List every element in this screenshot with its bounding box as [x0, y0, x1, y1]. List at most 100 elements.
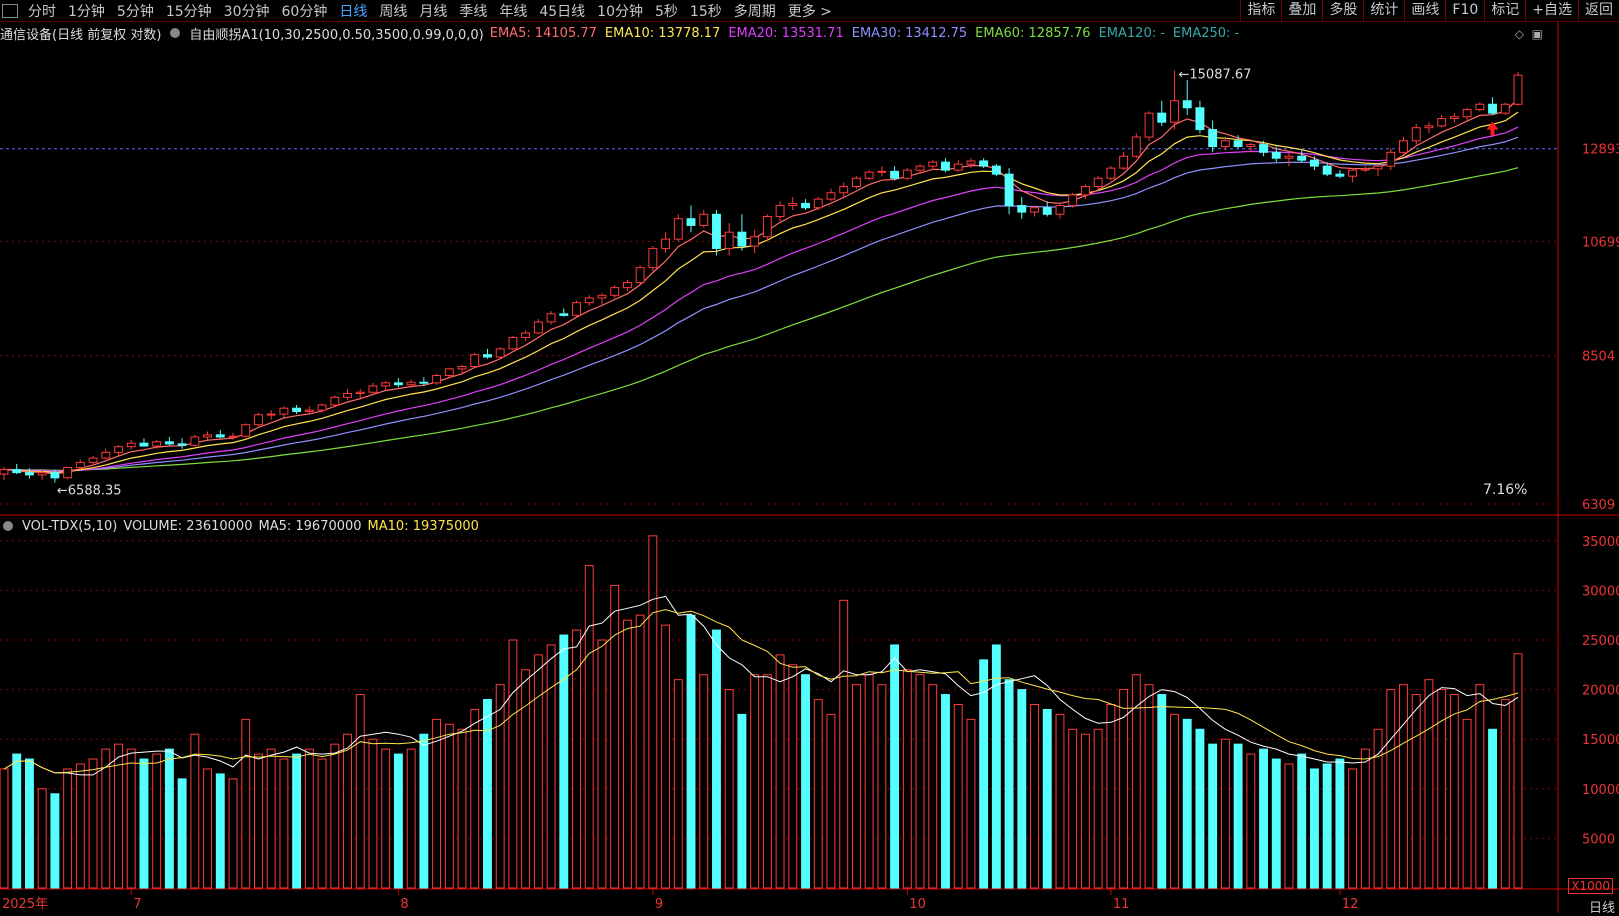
period-tab-6[interactable]: 日线 [333, 1, 373, 21]
volume-bar-117 [1488, 728, 1497, 889]
candle-body-89 [1131, 136, 1141, 157]
candle-body-82 [1042, 207, 1052, 215]
function-button-1[interactable]: 叠加 [1281, 0, 1322, 21]
candle-body-34 [432, 375, 442, 384]
candle-body-64 [813, 198, 823, 209]
period-tab-3[interactable]: 15分钟 [160, 1, 218, 21]
function-button-7[interactable]: +自选 [1525, 0, 1578, 21]
candle-body-105 [1335, 173, 1345, 177]
volume-bar-73 [928, 684, 938, 889]
low-price-label: ←6588.35 [57, 483, 122, 498]
function-button-5[interactable]: F10 [1445, 0, 1484, 21]
volume-bar-41 [521, 669, 531, 889]
volume-bar-116 [1475, 684, 1485, 889]
volume-bar-93 [1182, 718, 1192, 889]
chart-canvas[interactable]: 6309850410699128935000100001500020000250… [0, 22, 1619, 913]
period-label: 日线 [1588, 901, 1615, 916]
volume-tick-1: 10000 [1582, 783, 1619, 798]
period-tab-0[interactable]: 分时 [22, 1, 62, 21]
volume-bar-105 [1335, 758, 1345, 889]
period-tab-1[interactable]: 1分钟 [62, 1, 111, 21]
volume-bar-90 [1144, 684, 1154, 889]
volume-bar-82 [1042, 708, 1052, 889]
volume-bar-19 [241, 718, 251, 889]
period-tab-7[interactable]: 周线 [373, 1, 413, 21]
volume-bar-85 [1080, 733, 1090, 889]
candle-body-0 [0, 469, 9, 475]
candle-body-50 [635, 267, 645, 284]
candle-body-26 [330, 396, 340, 406]
candle-body-17 [215, 434, 225, 438]
period-tab-11[interactable]: 45日线 [533, 1, 591, 21]
panel-toggle-icon[interactable] [2, 3, 18, 18]
volume-bar-46 [584, 565, 594, 889]
volume-bar-91 [1157, 694, 1167, 889]
volume-bar-48 [610, 584, 620, 889]
period-tab-16[interactable]: 更多 > [782, 1, 838, 21]
period-tab-13[interactable]: 5秒 [649, 1, 684, 21]
volume-bar-101 [1284, 763, 1294, 889]
candle-body-53 [673, 218, 683, 240]
volume-bar-30 [381, 748, 391, 889]
candle-body-91 [1157, 112, 1167, 123]
candle-body-96 [1220, 140, 1230, 148]
volume-bar-55 [699, 674, 709, 889]
candle-body-119 [1513, 74, 1523, 105]
ema-line-60 [3, 167, 1519, 471]
period-tab-10[interactable]: 年线 [493, 1, 533, 21]
volume-bar-28 [355, 694, 365, 889]
volume-bar-69 [877, 684, 887, 889]
period-tab-2[interactable]: 5分钟 [111, 1, 160, 21]
candle-body-102 [1297, 155, 1307, 161]
candle-body-62 [788, 202, 798, 207]
candle-body-85 [1080, 185, 1090, 196]
period-tab-12[interactable]: 10分钟 [591, 1, 649, 21]
volume-bar-22 [279, 758, 289, 889]
candle-body-11 [139, 442, 149, 447]
function-button-0[interactable]: 指标 [1240, 0, 1281, 21]
candle-body-69 [877, 170, 887, 173]
volume-bar-86 [1093, 728, 1103, 889]
candle-body-23 [292, 407, 302, 412]
volume-bar-11 [139, 758, 149, 889]
volume-bar-88 [1119, 689, 1129, 889]
period-tab-8[interactable]: 月线 [413, 1, 453, 21]
volume-bar-0 [0, 768, 9, 889]
function-button-8[interactable]: 返回 [1578, 0, 1619, 21]
candle-body-35 [444, 368, 454, 377]
candle-body-67 [851, 177, 861, 187]
period-tab-14[interactable]: 15秒 [684, 1, 728, 21]
volume-bar-109 [1386, 689, 1396, 889]
volume-bar-65 [826, 713, 836, 889]
candle-body-37 [470, 354, 480, 367]
function-button-3[interactable]: 统计 [1363, 0, 1404, 21]
period-tab-15[interactable]: 多周期 [728, 1, 782, 21]
volume-bar-97 [1233, 743, 1243, 889]
candle-body-5 [63, 466, 73, 479]
candle-body-80 [1017, 205, 1027, 213]
function-button-4[interactable]: 画线 [1404, 0, 1445, 21]
volume-bar-52 [661, 624, 671, 889]
candle-body-73 [928, 161, 938, 167]
volume-unit-label: X1000 [1568, 878, 1613, 894]
volume-bar-72 [915, 674, 925, 889]
high-price-label: ←15087.67 [1178, 68, 1251, 83]
function-button-2[interactable]: 多股 [1322, 0, 1363, 21]
function-button-6[interactable]: 标记 [1484, 0, 1525, 21]
volume-bar-4 [50, 793, 60, 889]
volume-bar-60 [762, 674, 772, 889]
volume-bar-95 [1208, 743, 1218, 889]
period-tabs: 分时 1分钟 5分钟 15分钟 30分钟 60分钟 日线 周线 月线 季线 年线 45日线 10分钟 5秒… [22, 1, 838, 21]
period-tab-4[interactable]: 30分钟 [218, 1, 276, 21]
volume-tick-6: 35000 [1582, 535, 1619, 550]
period-tab-5[interactable]: 60分钟 [276, 1, 334, 21]
candle-body-46 [584, 297, 594, 304]
candle-body-18 [228, 435, 238, 438]
period-tab-9[interactable]: 季线 [453, 1, 493, 21]
volume-bar-31 [393, 753, 403, 889]
candle-body-114 [1449, 116, 1459, 120]
volume-bar-75 [953, 703, 963, 889]
candle-body-58 [737, 231, 747, 247]
candle-body-83 [1055, 205, 1065, 215]
volume-bar-10 [126, 748, 136, 889]
